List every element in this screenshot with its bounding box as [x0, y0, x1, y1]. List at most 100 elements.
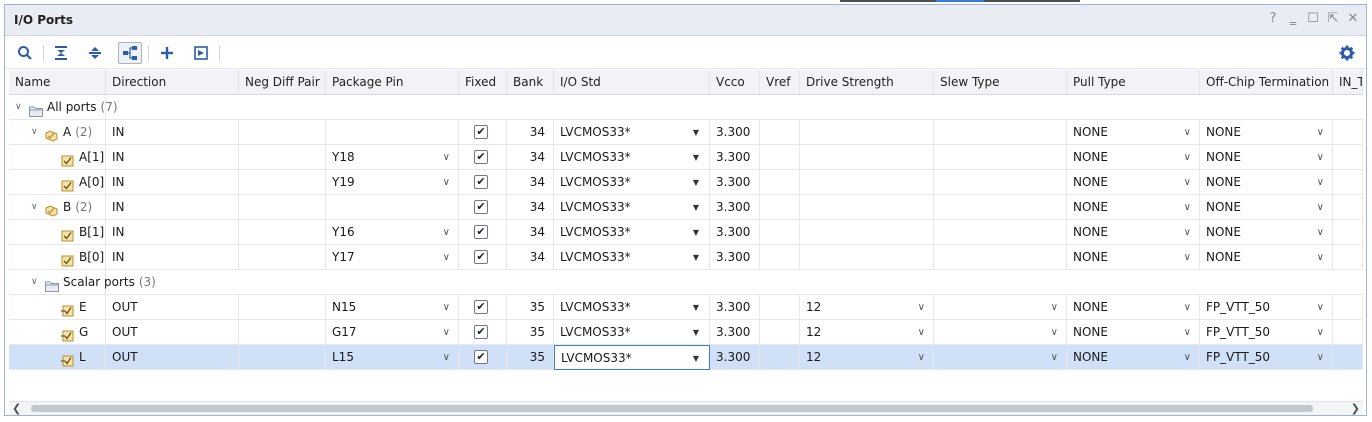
slew-type-select[interactable]: ∨ — [934, 320, 1067, 345]
chevron-down-icon[interactable]: ∨ — [443, 220, 450, 245]
dropdown-triangle-icon[interactable]: ▼ — [693, 220, 699, 245]
pull-type-select[interactable]: NONE ∨ — [1067, 170, 1200, 195]
pull-type-select[interactable]: NONE ∨ — [1067, 145, 1200, 170]
column-header-package-pin[interactable]: Package Pin — [326, 70, 459, 95]
chevron-down-icon[interactable]: ∨ — [443, 170, 450, 195]
package-pin-select[interactable]: N15 ∨ — [326, 295, 459, 320]
chevron-down-icon[interactable]: ∨ — [918, 295, 925, 320]
fixed-checkbox[interactable]: ✔ — [474, 125, 488, 139]
chevron-down-icon[interactable]: ∨ — [1184, 120, 1191, 145]
slew-type-select[interactable]: ∨ — [934, 295, 1067, 320]
column-header-vcco[interactable]: Vcco — [710, 70, 760, 95]
table-row[interactable]: G OUT G17 ∨ ✔ 35 LVCMOS33* ▼ 3.300 12 ∨ ∨ NONE ∨ FP_VT… — [9, 320, 1363, 345]
fixed-checkbox[interactable]: ✔ — [474, 300, 488, 314]
package-pin-select[interactable]: G17 ∨ — [326, 320, 459, 345]
pull-type-select[interactable]: NONE ∨ — [1067, 345, 1200, 370]
chevron-down-icon[interactable]: ∨ — [918, 345, 925, 370]
column-header-fixed[interactable]: Fixed — [459, 70, 507, 95]
fixed-checkbox[interactable]: ✔ — [474, 225, 488, 239]
minimize-icon[interactable]: ‗ — [1286, 12, 1300, 26]
maximize-icon[interactable]: ☐ — [1306, 12, 1320, 26]
off-chip-termination-select[interactable]: NONE ∨ — [1200, 195, 1333, 220]
settings-icon[interactable] — [1335, 42, 1359, 64]
io-std-select[interactable]: LVCMOS33* ▼ — [554, 195, 710, 220]
off-chip-termination-select[interactable]: FP_VTT_50 ∨ — [1200, 320, 1333, 345]
column-header-name[interactable]: Name — [9, 70, 106, 95]
expand-chevron-icon[interactable]: ∨ — [31, 195, 38, 220]
column-header-off-chip-termination[interactable]: Off-Chip Termination — [1200, 70, 1333, 95]
chevron-down-icon[interactable]: ∨ — [1317, 170, 1324, 195]
pull-type-select[interactable]: NONE ∨ — [1067, 120, 1200, 145]
io-std-select[interactable]: LVCMOS33* ▼ — [554, 220, 710, 245]
collapse-all-icon[interactable] — [49, 42, 73, 64]
off-chip-termination-select[interactable]: NONE ∨ — [1200, 245, 1333, 270]
chevron-down-icon[interactable]: ∨ — [1184, 295, 1191, 320]
fixed-checkbox[interactable]: ✔ — [474, 150, 488, 164]
pull-type-select[interactable]: NONE ∨ — [1067, 245, 1200, 270]
expand-chevron-icon[interactable]: ∨ — [31, 120, 38, 145]
pull-type-select[interactable]: NONE ∨ — [1067, 220, 1200, 245]
add-icon[interactable] — [155, 42, 179, 64]
dropdown-triangle-icon[interactable]: ▼ — [693, 320, 699, 345]
package-pin-select[interactable]: Y19 ∨ — [326, 170, 459, 195]
search-icon[interactable] — [13, 42, 37, 64]
off-chip-termination-select[interactable]: NONE ∨ — [1200, 145, 1333, 170]
dropdown-triangle-icon[interactable]: ▼ — [693, 346, 699, 369]
dropdown-triangle-icon[interactable]: ▼ — [693, 120, 699, 145]
column-header-io-std[interactable]: I/O Std — [554, 70, 710, 95]
chevron-down-icon[interactable]: ∨ — [1184, 195, 1191, 220]
expand-all-icon[interactable] — [83, 42, 107, 64]
chevron-down-icon[interactable]: ∨ — [1317, 345, 1324, 370]
chevron-down-icon[interactable]: ∨ — [1317, 145, 1324, 170]
chevron-down-icon[interactable]: ∨ — [443, 145, 450, 170]
io-std-select[interactable]: LVCMOS33* ▼ — [554, 170, 710, 195]
chevron-down-icon[interactable]: ∨ — [1317, 320, 1324, 345]
chevron-down-icon[interactable]: ∨ — [1051, 345, 1058, 370]
pull-type-select[interactable]: NONE ∨ — [1067, 320, 1200, 345]
chevron-down-icon[interactable]: ∨ — [1317, 195, 1324, 220]
chevron-down-icon[interactable]: ∨ — [1184, 245, 1191, 270]
fixed-checkbox[interactable]: ✔ — [474, 325, 488, 339]
package-pin-select[interactable]: Y16 ∨ — [326, 220, 459, 245]
dropdown-triangle-icon[interactable]: ▼ — [693, 295, 699, 320]
io-std-select[interactable]: LVCMOS33* ▼ — [554, 120, 710, 145]
chevron-down-icon[interactable]: ∨ — [1184, 220, 1191, 245]
column-header-bank[interactable]: Bank — [507, 70, 554, 95]
column-header-slew-type[interactable]: Slew Type — [934, 70, 1067, 95]
chevron-down-icon[interactable]: ∨ — [1317, 120, 1324, 145]
chevron-down-icon[interactable]: ∨ — [1184, 320, 1191, 345]
io-std-select[interactable]: LVCMOS33* ▼ — [554, 320, 710, 345]
package-pin-select[interactable]: Y18 ∨ — [326, 145, 459, 170]
chevron-down-icon[interactable]: ∨ — [1317, 295, 1324, 320]
dropdown-triangle-icon[interactable]: ▼ — [693, 245, 699, 270]
chevron-down-icon[interactable]: ∨ — [1317, 220, 1324, 245]
group-by-interface-icon[interactable] — [118, 42, 142, 64]
column-header-vref[interactable]: Vref — [760, 70, 800, 95]
fixed-checkbox[interactable]: ✔ — [474, 200, 488, 214]
chevron-down-icon[interactable]: ∨ — [443, 295, 450, 320]
chevron-down-icon[interactable]: ∨ — [443, 245, 450, 270]
table-row[interactable]: L OUT L15 ∨ ✔ 35 LVCMOS33* ▼ 3.300 12 ∨ ∨ NONE ∨ FP_VT… — [9, 345, 1363, 370]
fixed-checkbox[interactable]: ✔ — [474, 175, 488, 189]
help-icon[interactable]: ? — [1266, 12, 1280, 26]
slew-type-select[interactable]: ∨ — [934, 345, 1067, 370]
fixed-checkbox[interactable]: ✔ — [474, 250, 488, 264]
chevron-down-icon[interactable]: ∨ — [1051, 295, 1058, 320]
chevron-down-icon[interactable]: ∨ — [918, 320, 925, 345]
io-std-select[interactable]: LVCMOS33* ▼ — [554, 345, 710, 370]
chevron-down-icon[interactable]: ∨ — [1051, 320, 1058, 345]
horizontal-scrollbar[interactable]: ❮ ❯ — [9, 401, 1363, 415]
table-row[interactable]: B[1] IN Y16 ∨ ✔ 34 LVCMOS33* ▼ 3.300 NONE ∨ NONE ∨ — [9, 220, 1363, 245]
io-std-select[interactable]: LVCMOS33* ▼ — [554, 295, 710, 320]
drive-strength-select[interactable]: 12 ∨ — [800, 295, 934, 320]
io-std-select[interactable]: LVCMOS33* ▼ — [554, 245, 710, 270]
dropdown-triangle-icon[interactable]: ▼ — [693, 195, 699, 220]
pull-type-select[interactable]: NONE ∨ — [1067, 195, 1200, 220]
off-chip-termination-select[interactable]: NONE ∨ — [1200, 170, 1333, 195]
dropdown-triangle-icon[interactable]: ▼ — [693, 145, 699, 170]
chevron-down-icon[interactable]: ∨ — [1184, 170, 1191, 195]
off-chip-termination-select[interactable]: FP_VTT_50 ∨ — [1200, 295, 1333, 320]
column-header-pull-type[interactable]: Pull Type — [1067, 70, 1200, 95]
package-pin-select[interactable]: L15 ∨ — [326, 345, 459, 370]
scroll-left-icon[interactable]: ❮ — [12, 402, 21, 415]
